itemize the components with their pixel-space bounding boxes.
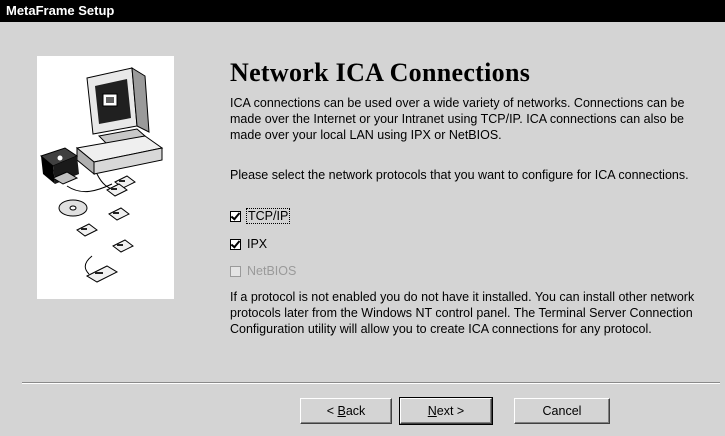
checkbox-icon[interactable]	[230, 210, 241, 222]
checkbox-ipx[interactable]: IPX	[230, 235, 267, 253]
back-button-mnemonic: B	[337, 404, 346, 418]
checkbox-tcpip-label[interactable]: TCP/IP	[245, 208, 291, 224]
intro-text: ICA connections can be used over a wide …	[230, 96, 685, 142]
window-titlebar: MetaFrame Setup	[0, 0, 725, 22]
next-button-label: ext >	[436, 404, 465, 418]
prompt-text: Please select the network protocols that…	[230, 168, 689, 182]
checkbox-tcpip[interactable]: TCP/IP	[230, 207, 291, 225]
button-divider	[22, 382, 720, 384]
window-title: MetaFrame Setup	[6, 3, 115, 18]
next-button-mnemonic: N	[427, 404, 437, 418]
next-button[interactable]: Next >	[399, 397, 493, 425]
checkbox-ipx-label[interactable]: IPX	[247, 237, 267, 251]
computer-network-illustration-icon	[39, 67, 164, 283]
checkbox-netbios: NetBIOS	[230, 262, 296, 280]
checkbox-icon[interactable]	[230, 238, 241, 250]
back-button-label: ack	[345, 404, 366, 418]
note-text: If a protocol is not enabled you do not …	[230, 290, 695, 336]
page-heading: Network ICA Connections	[230, 58, 531, 87]
back-button-prefix: <	[326, 404, 338, 418]
cancel-button-label: Cancel	[542, 404, 582, 418]
checkbox-netbios-label: NetBIOS	[247, 264, 297, 278]
back-button[interactable]: < Back	[300, 398, 392, 424]
setup-illustration-panel	[37, 56, 174, 299]
cancel-button[interactable]: Cancel	[514, 398, 610, 424]
checkbox-icon	[230, 265, 241, 277]
